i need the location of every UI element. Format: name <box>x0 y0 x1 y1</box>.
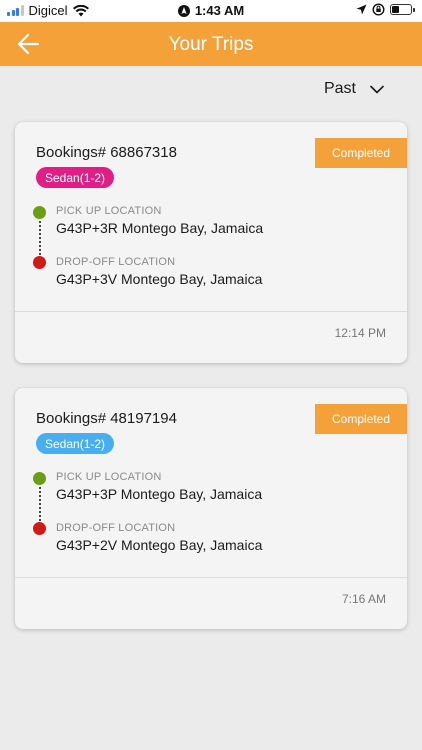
trip-time: 7:16 AM <box>341 592 386 606</box>
pickup-dot-icon <box>33 472 46 485</box>
filter-selected-label: Past <box>323 80 356 97</box>
pickup-dot-icon <box>33 206 46 219</box>
trip-card[interactable]: Bookings# 48197194 Completed Sedan(1-2) … <box>15 388 407 629</box>
dropoff-dot-icon <box>33 522 46 535</box>
booking-number: Bookings# 68867318 <box>36 144 177 161</box>
dropoff-location: G43P+3V Montego Bay, Jamaica <box>56 271 263 287</box>
dropoff-location: G43P+2V Montego Bay, Jamaica <box>56 537 263 553</box>
pickup-label: PICK UP LOCATION <box>56 205 162 217</box>
pickup-location: G43P+3P Montego Bay, Jamaica <box>56 486 263 502</box>
location-icon <box>356 4 367 15</box>
status-badge: Completed <box>315 138 407 168</box>
trip-card[interactable]: Bookings# 68867318 Completed Sedan(1-2) … <box>15 122 407 363</box>
trip-filter-dropdown[interactable]: Past <box>324 80 384 98</box>
app-header: Your Trips <box>0 22 422 66</box>
dropoff-label: DROP-OFF LOCATION <box>56 522 176 534</box>
route-dotted-line <box>38 487 41 521</box>
status-time: 1:43 AM <box>194 3 245 18</box>
route-dotted-line <box>38 221 41 255</box>
page-title: Your Trips <box>168 34 254 55</box>
status-right <box>356 3 415 16</box>
card-divider <box>15 311 407 312</box>
status-bar: Digicel 1:43 AM <box>0 0 422 22</box>
route-line <box>33 472 47 535</box>
vehicle-tag: Sedan(1-2) <box>36 167 115 188</box>
trip-time: 12:14 PM <box>334 326 386 340</box>
screen-lock-icon <box>372 3 385 16</box>
pickup-label: PICK UP LOCATION <box>56 471 162 483</box>
dropoff-label: DROP-OFF LOCATION <box>56 256 176 268</box>
battery-icon <box>390 4 415 15</box>
card-divider <box>15 577 407 578</box>
booking-number: Bookings# 48197194 <box>36 410 177 427</box>
pickup-location: G43P+3R Montego Bay, Jamaica <box>56 220 264 236</box>
vehicle-tag: Sedan(1-2) <box>36 433 115 454</box>
status-badge: Completed <box>315 404 407 434</box>
route-line <box>33 206 47 269</box>
navigation-app-icon <box>177 4 190 17</box>
dropoff-dot-icon <box>33 256 46 269</box>
chevron-down-icon <box>370 85 384 93</box>
